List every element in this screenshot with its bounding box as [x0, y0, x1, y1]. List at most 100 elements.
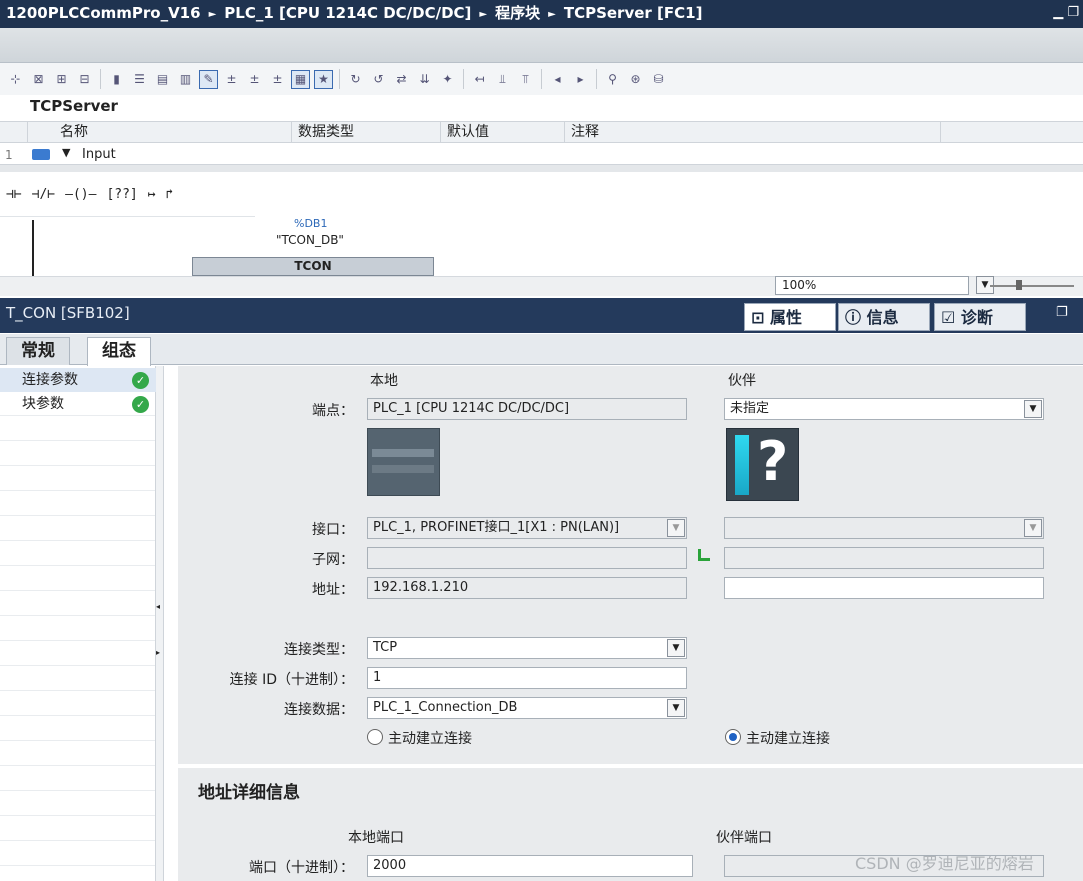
zoom-select[interactable]: 100% ▼	[775, 276, 994, 295]
tab-general[interactable]: 常规	[6, 337, 70, 365]
tab-info-label: 信息	[866, 308, 899, 327]
column-header-comment[interactable]: 注释	[565, 122, 941, 143]
zoom-fit-icon[interactable]: ±	[268, 70, 287, 89]
zoom-out-icon[interactable]: ±	[245, 70, 264, 89]
monitor-icon[interactable]: ↻	[346, 70, 365, 89]
absolute-operands-icon[interactable]: ▮	[107, 70, 126, 89]
layout-icon[interactable]: ▦	[291, 69, 310, 89]
breadcrumb-project[interactable]: 1200PLCCommPro_V16	[6, 4, 201, 22]
open-networks-icon[interactable]: ▤	[153, 70, 172, 89]
float-window-icon[interactable]: ❐	[1056, 305, 1068, 320]
plc-device-image	[367, 428, 440, 496]
network-comments-icon[interactable]: ✎	[199, 69, 218, 89]
zoom-slider-thumb[interactable]	[1016, 280, 1022, 290]
connection-type-select[interactable]: TCP ▼	[367, 637, 687, 659]
monitoring-icon[interactable]: ✦	[438, 70, 457, 89]
block-title: TCPServer	[30, 97, 118, 115]
collapse-left-icon[interactable]: ◂	[156, 602, 160, 611]
table-row[interactable]: 1 ▼ Input	[0, 143, 1083, 165]
network-link-icon	[698, 549, 710, 561]
tab-configuration[interactable]: 组态	[87, 337, 151, 366]
partner-endpoint-select[interactable]: 未指定 ▼	[724, 398, 1044, 420]
expand-right-icon[interactable]: ▸	[156, 648, 160, 657]
input-section-icon	[32, 149, 50, 160]
inspector-bar: T_CON [SFB102] ⊡ 属性 ⓘ 信息 ☑ 诊断 ❐	[0, 298, 1083, 333]
next-error-icon[interactable]: ▸	[571, 70, 590, 89]
breadcrumb-separator-icon: ►	[208, 9, 217, 20]
breadcrumb-program-blocks[interactable]: 程序块	[495, 4, 540, 22]
cross-reference-icon[interactable]: ⊛	[626, 70, 645, 89]
open-branch-icon[interactable]: ↦	[148, 187, 156, 202]
insert-row-icon[interactable]: ⊞	[52, 70, 71, 89]
connection-data-value: PLC_1_Connection_DB	[373, 700, 518, 715]
partner-active-radio[interactable]	[725, 729, 741, 745]
column-header-name[interactable]: 名称	[54, 122, 292, 143]
chevron-down-icon[interactable]: ▼	[1024, 400, 1042, 418]
zoom-slider[interactable]	[990, 285, 1074, 287]
block-toolbar: ⊹ ⊠ ⊞ ⊟ ▮ ☰ ▤ ▥ ✎ ± ± ± ▦ ★ ↻ ↺ ⇄ ⇊ ✦ ↤ …	[0, 63, 1083, 95]
nav-splitter[interactable]: ◂ ▸	[156, 366, 164, 881]
delete-network-icon[interactable]: ⊠	[29, 70, 48, 89]
breadcrumb-block[interactable]: TCPServer [FC1]	[564, 4, 703, 22]
row-number-header	[0, 122, 28, 143]
column-header-datatype[interactable]: 数据类型	[292, 122, 441, 143]
connection-data-select[interactable]: PLC_1_Connection_DB ▼	[367, 697, 687, 719]
database-icon[interactable]: ⛁	[649, 70, 668, 89]
favorites-bar-icon[interactable]: ★	[314, 69, 333, 89]
partner-header: 伙伴	[728, 373, 756, 389]
tab-info[interactable]: ⓘ 信息	[838, 303, 930, 331]
tab-diagnostics[interactable]: ☑ 诊断	[934, 303, 1026, 331]
chevron-down-icon[interactable]: ▼	[667, 639, 685, 657]
chevron-down-icon[interactable]: ▼	[1024, 519, 1042, 537]
toolbar-divider	[541, 69, 542, 89]
align-left-icon[interactable]: ⫫	[493, 70, 512, 89]
call-structure-icon[interactable]: ⚲	[603, 70, 622, 89]
previous-error-icon[interactable]: ◂	[548, 70, 567, 89]
column-header-default[interactable]: 默认值	[441, 122, 565, 143]
nav-item-connection-params[interactable]: 连接参数 ✓	[0, 368, 156, 392]
watermark: CSDN @罗迪尼亚的熔岩	[855, 854, 1034, 873]
info-icon: ⓘ	[845, 308, 862, 327]
splitter[interactable]	[0, 165, 1083, 172]
local-interface-select[interactable]: PLC_1, PROFINET接口_1[X1 : PN(LAN)] ▼	[367, 517, 687, 539]
instance-db-name[interactable]: "TCON_DB"	[276, 233, 344, 247]
endpoint-label: 端点：	[312, 403, 354, 419]
insert-network-icon[interactable]: ⊹	[6, 70, 25, 89]
expand-arrow-icon[interactable]: ▼	[62, 146, 70, 159]
partner-address-input[interactable]	[724, 577, 1044, 599]
normally-open-contact-icon[interactable]: ⊣⊢	[6, 187, 22, 202]
local-endpoint-field: PLC_1 [CPU 1214C DC/DC/DC]	[367, 398, 687, 420]
device-bar	[735, 435, 749, 495]
window-titlebar: 1200PLCCommPro_V16 ► PLC_1 [CPU 1214C DC/D…	[0, 0, 1083, 28]
normally-closed-contact-icon[interactable]: ⊣/⊢	[32, 187, 55, 202]
chevron-down-icon[interactable]: ▼	[667, 519, 685, 537]
go-to-icon[interactable]: ↺	[369, 70, 388, 89]
tab-properties[interactable]: ⊡ 属性	[744, 303, 836, 331]
local-active-radio[interactable]	[367, 729, 383, 745]
close-networks-icon[interactable]: ▥	[176, 70, 195, 89]
restore-icon[interactable]: ❐	[1067, 5, 1079, 20]
close-branch-icon[interactable]: ↱	[166, 187, 174, 202]
breadcrumb-plc[interactable]: PLC_1 [CPU 1214C DC/DC/DC]	[224, 4, 471, 22]
partner-active-label: 主动建立连接	[746, 731, 830, 747]
minimize-icon[interactable]: ▁	[1053, 5, 1063, 20]
partner-interface-select[interactable]: ▼	[724, 517, 1044, 539]
connection-data-label: 连接数据：	[284, 702, 354, 718]
editor-header-strip	[0, 28, 1083, 63]
jump-icon[interactable]: ↤	[470, 70, 489, 89]
chevron-down-icon[interactable]: ▼	[667, 699, 685, 717]
download-icon[interactable]: ⇊	[415, 70, 434, 89]
nav-item-block-params[interactable]: 块参数 ✓	[0, 392, 156, 416]
empty-box-icon[interactable]: [??]	[106, 187, 137, 202]
output-coil-icon[interactable]: –()–	[65, 187, 96, 202]
interface-label: 接口：	[312, 522, 354, 538]
align-right-icon[interactable]: ⫪	[516, 70, 535, 89]
compare-icon[interactable]: ⇄	[392, 70, 411, 89]
tcon-block[interactable]: TCON	[192, 257, 434, 276]
unknown-device-icon: ?	[726, 428, 799, 501]
local-port-input[interactable]: 2000	[367, 855, 693, 877]
favorites-icon[interactable]: ☰	[130, 70, 149, 89]
zoom-in-icon[interactable]: ±	[222, 70, 241, 89]
add-row-icon[interactable]: ⊟	[75, 70, 94, 89]
connection-id-input[interactable]: 1	[367, 667, 687, 689]
